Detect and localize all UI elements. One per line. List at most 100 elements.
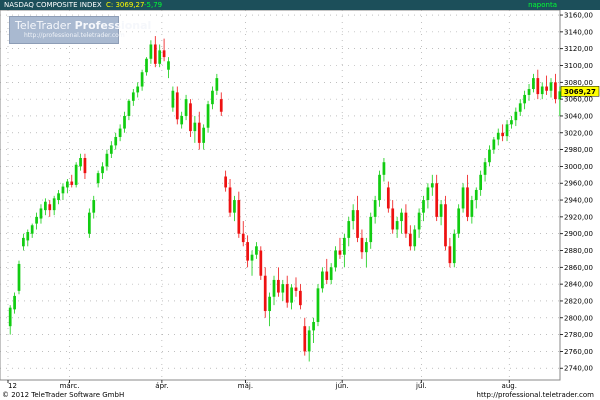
candle	[74, 162, 78, 188]
y-axis: 2740,00 2760,00 2780,00 2800,00 2820,00 2840,…	[560, 12, 600, 373]
candle-body	[496, 132, 500, 140]
candle-body	[430, 183, 434, 188]
candle-body	[22, 237, 25, 247]
candle	[17, 260, 21, 295]
candle-body	[127, 100, 131, 116]
x-tick-label: júl.	[415, 382, 427, 390]
copyright-text: © 2012 TeleTrader Software GmbH	[2, 391, 125, 399]
candle-body	[57, 193, 60, 201]
candle-body	[228, 187, 232, 213]
logo-url: http://professional.teletrader.com	[24, 32, 125, 39]
y-tick-label: 3140,00	[564, 28, 593, 36]
candle-body	[197, 122, 201, 143]
candle-body	[536, 78, 540, 95]
y-tick-label: 3100,00	[564, 62, 593, 70]
candle-body	[61, 186, 65, 194]
candle-body	[123, 115, 126, 129]
candle-body	[268, 296, 271, 312]
candle-body	[448, 246, 452, 264]
candle-body	[44, 201, 47, 211]
footer: © 2012 TeleTrader Software GmbH http://p…	[0, 390, 600, 400]
candle-body	[105, 153, 109, 167]
candle	[457, 204, 461, 238]
candle-body	[510, 120, 513, 125]
candle-body	[52, 198, 56, 211]
candle-body	[101, 166, 104, 174]
x-tick-label: aug.	[502, 382, 517, 390]
y-tick-label: 3120,00	[564, 45, 593, 53]
candle-body	[426, 187, 430, 201]
candle-body	[316, 288, 320, 322]
y-tick-label: 2800,00	[564, 314, 593, 322]
candle-body	[8, 307, 12, 327]
candle-body	[48, 204, 52, 211]
candle-body	[356, 210, 359, 238]
candle-body	[303, 326, 307, 352]
teletrader-logo: TeleTrader Professional http://professio…	[9, 16, 151, 44]
logo-brand-normal: TeleTrader	[15, 19, 72, 32]
candle-body	[250, 254, 254, 261]
x-tick-label: jún.	[335, 382, 349, 390]
y-tick-label: 2740,00	[564, 365, 593, 373]
candle-body	[153, 44, 157, 64]
candle-body	[321, 271, 324, 289]
candle-body	[400, 212, 403, 222]
y-tick-label: 2920,00	[564, 213, 593, 221]
candle-body	[466, 187, 469, 217]
candle-body	[202, 127, 206, 143]
logo-brand-bold: Professional	[74, 19, 152, 32]
y-tick-label: 3080,00	[564, 79, 593, 87]
y-tick-label: 3160,00	[564, 12, 593, 20]
candle-body	[233, 200, 236, 213]
candle-body	[189, 103, 192, 132]
candle-body	[263, 275, 267, 312]
candle-body	[554, 82, 557, 100]
candle-body	[285, 284, 289, 303]
y-tick-label: 2980,00	[564, 146, 593, 154]
candle-body	[492, 139, 496, 150]
x-tick-label: ápr.	[155, 382, 168, 390]
candle-body	[70, 181, 74, 185]
footer-url[interactable]: http://professional.teletrader.com	[477, 390, 594, 400]
candle-body	[35, 216, 38, 224]
candle-body	[92, 200, 96, 213]
candle-body	[351, 210, 355, 222]
candle-body	[360, 237, 364, 253]
candle	[259, 246, 263, 280]
candle-body	[527, 89, 531, 95]
candle-body	[545, 86, 548, 91]
candle-body	[96, 173, 100, 184]
close-price: C: 3069,27	[106, 1, 145, 9]
candle-body	[193, 122, 197, 132]
candle-body	[307, 330, 311, 352]
candle-body	[83, 158, 87, 174]
y-tick-label: 3020,00	[564, 129, 593, 137]
candle-body	[87, 212, 91, 234]
candle-body	[404, 212, 408, 234]
candle-body	[184, 99, 188, 116]
period-label[interactable]: napontа	[528, 0, 557, 10]
candle-body	[13, 295, 16, 310]
candle-body	[325, 271, 329, 280]
y-tick-label: 2780,00	[564, 331, 593, 339]
candle-body	[417, 212, 421, 230]
candle-body	[294, 287, 298, 291]
x-axis: 12márc.ápr.máj.jún.júl.aug.szept.	[7, 380, 517, 390]
candlestick-chart[interactable]: 2740,00 2760,00 2780,00 2800,00 2820,00 2840,…	[0, 0, 600, 400]
candle-body	[281, 284, 285, 293]
candle-body	[549, 82, 553, 91]
candle-body	[364, 242, 368, 253]
candle-body	[74, 164, 78, 185]
candle-body	[30, 225, 34, 234]
candle-body	[215, 78, 219, 91]
candle-body	[540, 86, 544, 95]
candle-body	[211, 90, 214, 105]
candle-body	[378, 174, 381, 201]
candle-body	[65, 181, 69, 188]
candle-body	[369, 216, 373, 243]
x-tick-label: márc.	[60, 382, 80, 390]
candle-body	[532, 78, 535, 90]
price-change: -5,79	[144, 1, 163, 9]
candle-body	[272, 279, 276, 297]
logo-brand: TeleTrader Professional	[15, 19, 151, 32]
